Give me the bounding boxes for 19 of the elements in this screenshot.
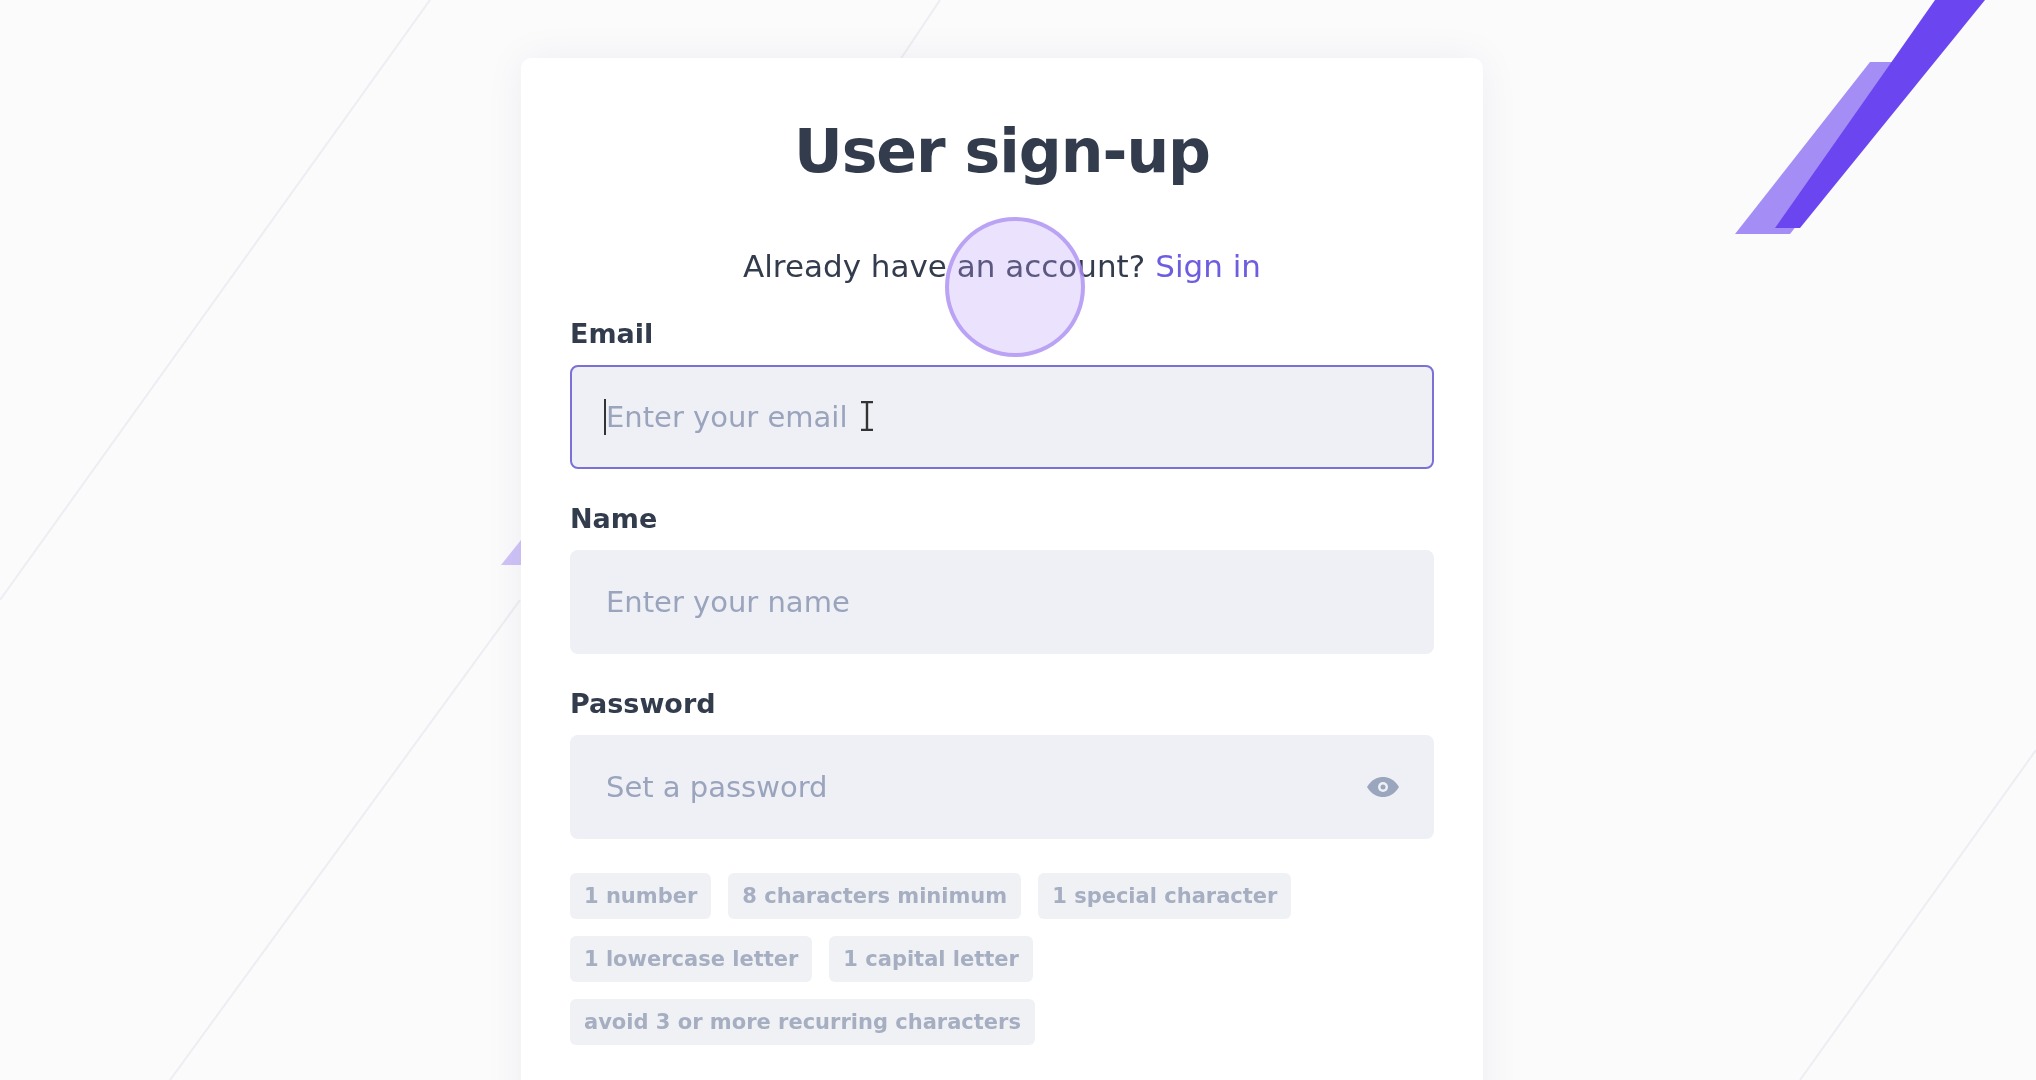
password-rule-chip: avoid 3 or more recurring characters [570, 999, 1035, 1045]
show-password-icon[interactable] [1366, 776, 1400, 798]
password-rule-chip: 1 lowercase letter [570, 936, 813, 982]
password-rule-chip: 8 characters minimum [728, 873, 1022, 919]
text-cursor-icon [860, 401, 874, 431]
text-caret [604, 399, 606, 435]
page-title: User sign-up [792, 115, 1212, 187]
sign-in-link[interactable]: Sign in [1155, 248, 1261, 284]
field-label: Password [570, 688, 717, 719]
password-rule-chip: 1 number [570, 873, 712, 919]
field-label: Name [570, 503, 659, 534]
signin-prompt: Already have an account? [743, 248, 1146, 284]
input-field[interactable]: Enter your email [570, 365, 1434, 469]
input-field[interactable]: Set a password [570, 735, 1434, 839]
password-rule-chip: 1 capital letter [829, 936, 1033, 982]
triangle-decoration [501, 540, 521, 565]
password-rule-chip: 1 special character [1038, 873, 1292, 919]
field-label: Email [570, 318, 655, 349]
input-field[interactable]: Enter your name [570, 550, 1434, 654]
